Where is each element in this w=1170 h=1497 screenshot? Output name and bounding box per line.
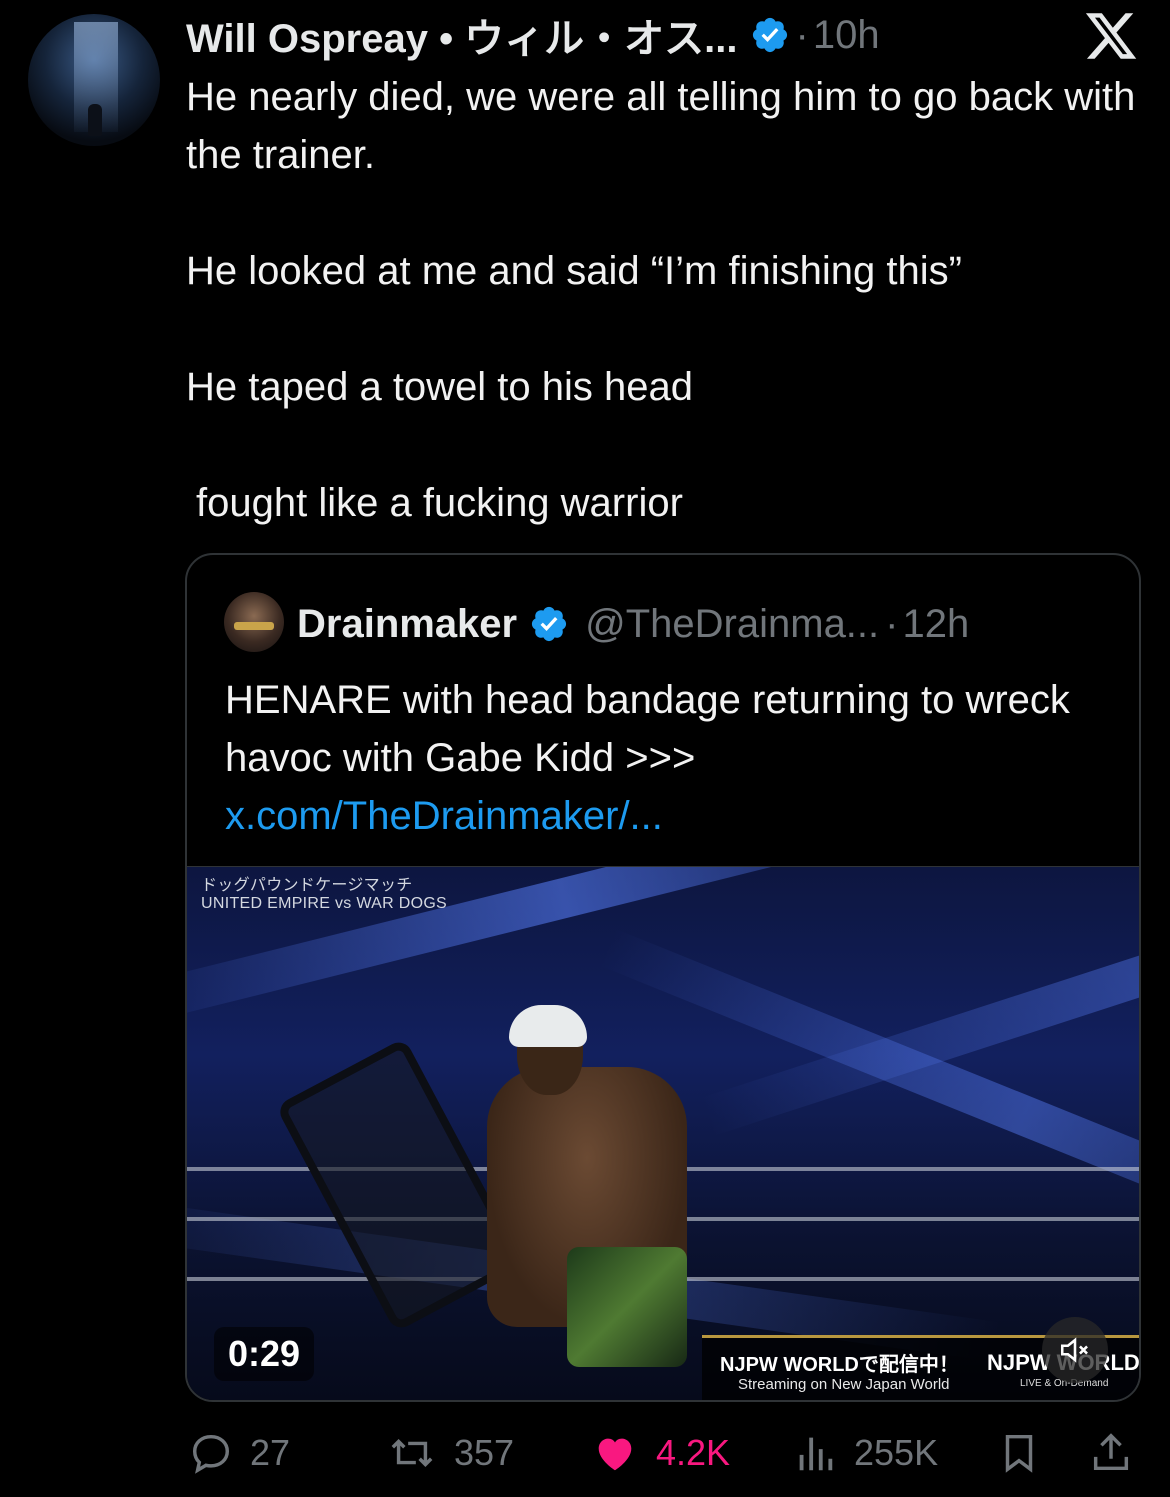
views-button[interactable]: 255K [792, 1430, 938, 1476]
caption-japanese: ドッグパウンドケージマッチ [201, 877, 413, 894]
broadcast-caption: ドッグパウンドケージマッチ UNITED EMPIRE vs WAR DOGS [201, 877, 447, 913]
author-name[interactable]: Will Ospreay • ウィル・オス... [186, 6, 738, 64]
quoted-tweet[interactable]: Drainmaker @TheDrainma... · 12h HENARE w… [185, 553, 1141, 1402]
tweet-paragraph: He looked at me and said “I’m finishing … [186, 249, 962, 293]
repost-button[interactable]: 357 [386, 1430, 514, 1476]
promo-main-text: NJPW WORLDで配信中！ [720, 1354, 959, 1376]
author-avatar[interactable] [28, 14, 160, 146]
views-count: 255K [854, 1432, 939, 1473]
tweet-header: Will Ospreay • ウィル・オス... · 10h [186, 12, 880, 62]
x-logo-icon [1085, 13, 1137, 59]
reply-icon [192, 1434, 230, 1474]
tweet-paragraph: fought like a fucking warrior [196, 481, 683, 525]
header-separator: · [795, 12, 809, 57]
tweet-paragraph: He nearly died, we were all telling him … [186, 75, 1136, 177]
quote-author-handle[interactable]: @TheDrainma... [585, 602, 879, 647]
share-button[interactable] [1088, 1430, 1134, 1476]
tweet-body: He nearly died, we were all telling him … [186, 68, 1146, 532]
share-icon [1093, 1433, 1129, 1471]
verified-badge-icon [532, 606, 567, 642]
avatar-figure [88, 104, 102, 136]
tweet-paragraph: He taped a towel to his head [186, 365, 694, 409]
mute-icon [1060, 1337, 1088, 1363]
video-player[interactable]: ドッグパウンドケージマッチ UNITED EMPIRE vs WAR DOGS … [187, 866, 1139, 1400]
repost-count: 357 [454, 1432, 515, 1473]
caption-english: UNITED EMPIRE vs WAR DOGS [201, 895, 448, 912]
quote-body: HENARE with head bandage returning to wr… [225, 671, 1115, 845]
avatar-belt [234, 622, 274, 630]
quote-link[interactable]: x.com/TheDrainmaker/... [225, 794, 663, 838]
quote-text: HENARE with head bandage returning to wr… [225, 678, 1070, 780]
reply-count: 27 [250, 1432, 291, 1473]
reply-button[interactable]: 27 [188, 1430, 290, 1476]
video-duration: 0:29 [214, 1327, 315, 1381]
like-count: 4.2K [656, 1432, 731, 1473]
quote-author-avatar[interactable] [224, 592, 284, 652]
like-button[interactable]: 4.2K [590, 1430, 730, 1476]
tweet-action-bar: 27 357 4.2K 255K [0, 1420, 1170, 1490]
quote-author-name[interactable]: Drainmaker [297, 602, 517, 647]
heart-icon [598, 1438, 632, 1471]
wrestler-trunks [567, 1247, 687, 1367]
promo-sub-text: Streaming on New Japan World [738, 1376, 950, 1393]
views-icon [799, 1437, 833, 1471]
bookmark-button[interactable] [996, 1430, 1042, 1476]
repost-icon [391, 1439, 433, 1467]
head-bandage [509, 1005, 587, 1047]
verified-badge-icon [752, 17, 787, 53]
header-separator: · [885, 601, 899, 646]
quote-timestamp[interactable]: 12h [902, 602, 969, 647]
bookmark-icon [1005, 1434, 1033, 1473]
mute-button[interactable] [1042, 1317, 1108, 1383]
tweet-timestamp[interactable]: 10h [813, 13, 880, 58]
quote-header: Drainmaker @TheDrainma... · 12h [297, 599, 969, 649]
